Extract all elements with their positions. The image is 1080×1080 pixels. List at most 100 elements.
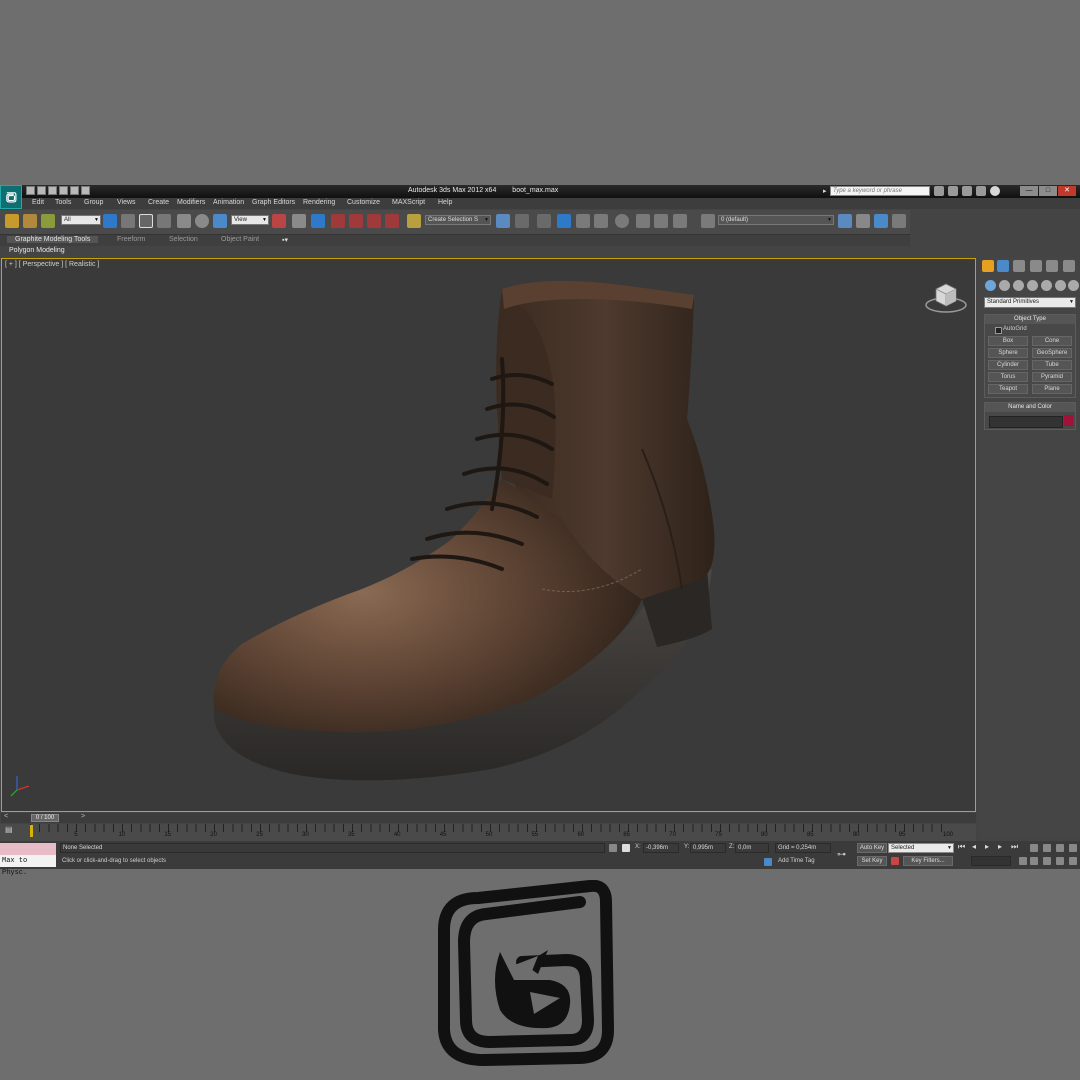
open-file-icon[interactable] bbox=[37, 186, 46, 195]
menu-edit[interactable]: Edit bbox=[32, 199, 44, 206]
tab-graphite-modeling-tools[interactable]: Graphite Modeling Tools bbox=[7, 236, 99, 243]
project-folder-icon[interactable] bbox=[81, 186, 90, 195]
pyramid-button[interactable]: Pyramid bbox=[1032, 372, 1072, 382]
menu-graph-editors[interactable]: Graph Editors bbox=[252, 199, 295, 206]
object-color-swatch[interactable] bbox=[1064, 415, 1073, 426]
search-icon[interactable] bbox=[934, 186, 944, 196]
rendered-frame-window-icon[interactable] bbox=[654, 214, 668, 228]
object-name-field[interactable] bbox=[989, 416, 1063, 428]
tab-selection[interactable]: Selection bbox=[169, 236, 198, 243]
save-file-icon[interactable] bbox=[48, 186, 57, 195]
zoom-icon[interactable] bbox=[1030, 844, 1038, 852]
bind-space-warp-icon[interactable] bbox=[41, 214, 55, 228]
perspective-viewport[interactable]: [ + ] [ Perspective ] [ Realistic ] bbox=[1, 258, 976, 812]
rotate-icon[interactable] bbox=[195, 214, 209, 228]
x-coordinate-field[interactable]: -0,396m bbox=[643, 843, 679, 853]
display-tab-icon[interactable] bbox=[1046, 260, 1058, 272]
snaps-toggle-icon[interactable] bbox=[331, 214, 345, 228]
motion-tab-icon[interactable] bbox=[1030, 260, 1042, 272]
curve-editor-icon[interactable] bbox=[576, 214, 590, 228]
name-and-color-title[interactable]: Name and Color bbox=[985, 403, 1075, 412]
cameras-icon[interactable] bbox=[1027, 280, 1038, 291]
lights-icon[interactable] bbox=[1013, 280, 1024, 291]
ribbon-panel-polygon-modeling[interactable]: Polygon Modeling bbox=[9, 247, 65, 254]
field-of-view-icon[interactable] bbox=[1030, 857, 1038, 865]
redo-icon[interactable] bbox=[70, 186, 79, 195]
zoom-extents-icon[interactable] bbox=[1056, 844, 1064, 852]
box-button[interactable]: Box bbox=[988, 336, 1028, 346]
tab-object-paint[interactable]: Object Paint bbox=[221, 236, 259, 243]
app-menu-button[interactable] bbox=[0, 185, 22, 209]
reference-coordinate-dropdown[interactable]: View bbox=[231, 215, 269, 225]
track-bar[interactable]: ▤ 5 10 15 20 25 30 35 40 45 50 55 60 65 70 75 80 85 90 95 1… bbox=[0, 824, 976, 841]
maximize-viewport-icon[interactable] bbox=[1069, 857, 1077, 865]
favorites-star-icon[interactable] bbox=[976, 186, 986, 196]
tube-button[interactable]: Tube bbox=[1032, 360, 1072, 370]
zoom-all-icon[interactable] bbox=[1043, 844, 1051, 852]
layer-manager-icon[interactable] bbox=[537, 214, 551, 228]
menu-maxscript[interactable]: MAXScript bbox=[392, 199, 425, 206]
menu-modifiers[interactable]: Modifiers bbox=[177, 199, 205, 206]
time-slider[interactable]: < 0 / 100 > bbox=[1, 813, 976, 823]
select-and-link-icon[interactable] bbox=[5, 214, 19, 228]
angle-snap-icon[interactable] bbox=[349, 214, 363, 228]
material-editor-icon[interactable] bbox=[615, 214, 629, 228]
communication-icon[interactable] bbox=[962, 186, 972, 196]
search-expand-icon[interactable]: ▸ bbox=[823, 187, 827, 195]
boot-model[interactable] bbox=[202, 269, 742, 809]
object-type-title[interactable]: Object Type bbox=[985, 315, 1075, 324]
next-frame-icon[interactable]: ▸ bbox=[998, 842, 1002, 851]
sphere-button[interactable]: Sphere bbox=[988, 348, 1028, 358]
previous-frame-icon[interactable]: ◂ bbox=[972, 842, 976, 851]
go-to-start-icon[interactable]: ⏮ bbox=[958, 842, 965, 852]
geometry-icon[interactable] bbox=[985, 280, 996, 291]
set-key-mode-icon[interactable]: ⊶ bbox=[837, 849, 846, 860]
menu-rendering[interactable]: Rendering bbox=[303, 199, 335, 206]
add-time-tag[interactable]: Add Time Tag bbox=[778, 858, 815, 864]
graphite-toggle-icon[interactable] bbox=[557, 214, 571, 228]
time-configuration-icon[interactable] bbox=[1019, 857, 1027, 865]
key-mode-dropdown[interactable]: Selected bbox=[888, 843, 954, 853]
key-filters-button[interactable]: Key Filters... bbox=[903, 856, 953, 866]
menu-group[interactable]: Group bbox=[84, 199, 103, 206]
shapes-icon[interactable] bbox=[999, 280, 1010, 291]
z-coordinate-field[interactable]: 0,0m bbox=[735, 843, 769, 853]
minimize-button[interactable]: — bbox=[1020, 186, 1038, 196]
set-key-button[interactable]: Set Key bbox=[857, 856, 887, 866]
help-icon[interactable] bbox=[990, 186, 1000, 196]
torus-button[interactable]: Torus bbox=[988, 372, 1028, 382]
close-button[interactable]: ✕ bbox=[1058, 186, 1076, 196]
select-and-manipulate-icon[interactable] bbox=[292, 214, 306, 228]
geosphere-button[interactable]: GeoSphere bbox=[1032, 348, 1072, 358]
go-to-end-icon[interactable]: ⏭ bbox=[1011, 842, 1018, 852]
layer-dropdown[interactable]: 0 (default) bbox=[718, 215, 834, 225]
maximize-button[interactable]: □ bbox=[1039, 186, 1057, 196]
select-in-layer-icon[interactable] bbox=[874, 214, 888, 228]
maxscript-listener-top[interactable] bbox=[0, 843, 56, 855]
time-slider-thumb[interactable]: 0 / 100 bbox=[31, 814, 59, 822]
percent-snap-icon[interactable] bbox=[367, 214, 381, 228]
zoom-extents-all-icon[interactable] bbox=[1069, 844, 1077, 852]
pan-icon[interactable] bbox=[1043, 857, 1051, 865]
align-icon[interactable] bbox=[515, 214, 529, 228]
mini-curve-editor-icon[interactable]: ▤ bbox=[5, 825, 17, 835]
plane-button[interactable]: Plane bbox=[1032, 384, 1072, 394]
time-slider-prev[interactable]: < bbox=[4, 813, 8, 820]
key-filter-icon[interactable] bbox=[891, 857, 899, 865]
create-layer-icon[interactable] bbox=[838, 214, 852, 228]
unlink-icon[interactable] bbox=[23, 214, 37, 228]
layers-icon[interactable] bbox=[701, 214, 715, 228]
rectangular-selection-icon[interactable] bbox=[139, 214, 153, 228]
menu-animation[interactable]: Animation bbox=[213, 199, 244, 206]
menu-customize[interactable]: Customize bbox=[347, 199, 380, 206]
tab-freeform[interactable]: Freeform bbox=[117, 236, 145, 243]
hierarchy-tab-icon[interactable] bbox=[1013, 260, 1025, 272]
menu-create[interactable]: Create bbox=[148, 199, 169, 206]
helpers-icon[interactable] bbox=[1041, 280, 1052, 291]
modify-tab-icon[interactable] bbox=[997, 260, 1009, 272]
autogrid-checkbox[interactable]: AutoGrid bbox=[995, 326, 1027, 334]
edit-named-selection-icon[interactable] bbox=[407, 214, 421, 228]
set-current-layer-icon[interactable] bbox=[892, 214, 906, 228]
select-object-icon[interactable] bbox=[103, 214, 117, 228]
add-to-layer-icon[interactable] bbox=[856, 214, 870, 228]
